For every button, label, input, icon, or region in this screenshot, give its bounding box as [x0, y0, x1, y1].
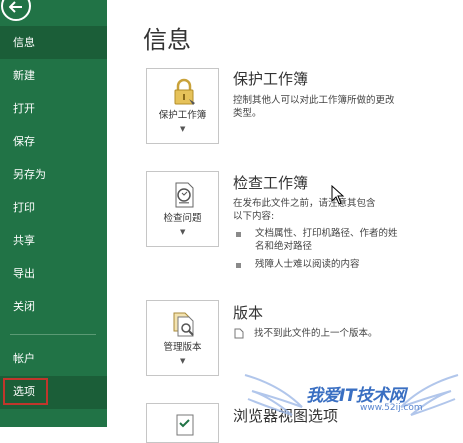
chevron-down-icon: ▼: [180, 357, 186, 365]
versions-desc: 找不到此文件的上一个版本。: [254, 328, 378, 339]
nav-item-options-label: 选项: [3, 378, 48, 405]
check-for-issues-label: 检查问题: [163, 213, 202, 224]
bullet-icon: [236, 232, 241, 237]
protect-workbook-desc-line-1: 控制其他人可以对此工作簿所做的更改: [233, 95, 395, 106]
chevron-down-icon: ▼: [180, 125, 186, 133]
inspect-workbook-desc-line-1: 在发布此文件之前，请注意其包含: [233, 198, 376, 209]
nav-item-info[interactable]: 信息: [0, 26, 107, 59]
inspect-bullet-1-line-1: 文档属性、打印机路径、作者的姓: [255, 228, 398, 239]
backstage-sidebar: 信息 新建 打开 保存 另存为 打印 共享 导出 关闭 帐户 选项: [0, 0, 107, 427]
lock-icon: [174, 78, 195, 105]
nav-item-new[interactable]: 新建: [0, 59, 107, 92]
browser-view-icon: [176, 414, 194, 436]
chevron-down-icon: ▼: [180, 228, 186, 236]
nav-item-share[interactable]: 共享: [0, 224, 107, 257]
inspect-workbook-desc-line-2: 以下内容:: [233, 211, 275, 222]
nav-item-options[interactable]: 选项: [0, 376, 107, 409]
page-title: 信息: [143, 26, 191, 54]
protect-workbook-label: 保护工作簿: [158, 110, 207, 121]
back-arrow-icon: [9, 1, 22, 13]
protect-workbook-button[interactable]: 保护工作簿 ▼: [146, 68, 219, 144]
inspect-bullet-1-line-2: 名和绝对路径: [255, 241, 313, 252]
protect-workbook-desc-line-2: 类型。: [233, 108, 262, 119]
check-for-issues-button[interactable]: 检查问题 ▼: [146, 171, 219, 247]
nav-item-export[interactable]: 导出: [0, 257, 107, 290]
nav-item-close[interactable]: 关闭: [0, 290, 107, 323]
watermark-url: www.52ij.com: [360, 403, 423, 413]
manage-versions-label: 管理版本: [163, 342, 202, 353]
bullet-icon: [236, 263, 241, 268]
inspect-bullet-2: 残障人士难以阅读的内容: [255, 259, 360, 270]
nav-divider: [10, 334, 96, 335]
versions-title: 版本: [233, 304, 264, 322]
nav-item-open[interactable]: 打开: [0, 92, 107, 125]
back-button[interactable]: [1, 0, 31, 21]
nav-item-account[interactable]: 帐户: [0, 342, 107, 375]
mouse-cursor-icon: [331, 185, 345, 205]
nav-item-save-as[interactable]: 另存为: [0, 158, 107, 191]
document-icon: [234, 328, 244, 339]
nav-item-save[interactable]: 保存: [0, 125, 107, 158]
browser-view-options-button[interactable]: [146, 403, 219, 443]
protect-workbook-title: 保护工作簿: [233, 70, 309, 88]
inspect-document-icon: [175, 182, 194, 208]
inspect-workbook-title: 检查工作簿: [233, 174, 309, 192]
nav-item-print[interactable]: 打印: [0, 191, 107, 224]
manage-versions-button[interactable]: 管理版本 ▼: [146, 300, 219, 376]
manage-versions-icon: [173, 312, 194, 337]
